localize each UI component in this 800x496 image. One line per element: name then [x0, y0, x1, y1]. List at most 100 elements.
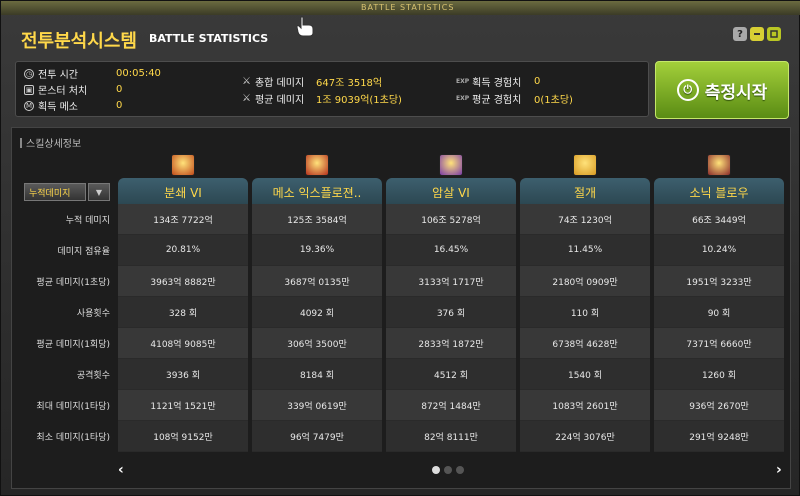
battle-time-value: 00:05:40: [116, 68, 161, 79]
table-cell: 110 회: [520, 297, 650, 328]
battle-summary: ◷ 전투 시간 00:05:40 ▣ 몬스터 처치 0 M 획득 메소 0 ⚔ …: [15, 61, 649, 117]
skill-values: 125조 3584억 19.36% 3687억 0135만 4092 회 306억 35…: [252, 204, 382, 452]
close-button[interactable]: [767, 27, 781, 41]
table-cell: 3963억 8882만: [118, 266, 248, 297]
table-cell: 6738억 4628만: [520, 328, 650, 359]
table-cell: 3687억 0135만: [252, 266, 382, 297]
table-cell: 328 회: [118, 297, 248, 328]
skill-name: 메소 익스플로젼..: [252, 178, 382, 206]
table-cell: 3936 회: [118, 359, 248, 390]
skill-values: 134조 7722억 20.81% 3963억 8882만 328 회 4108억 90…: [118, 204, 248, 452]
exp-value: 0: [534, 76, 541, 87]
row-label: 최소 데미지(1타당): [36, 433, 110, 443]
avg-exp-value: 0(1초당): [534, 95, 573, 106]
minimize-icon: [754, 33, 760, 35]
skill-name: 암살 VI: [386, 178, 516, 206]
table-cell: 96억 7479만: [252, 421, 382, 452]
table-cell: 125조 3584억: [252, 204, 382, 235]
skill-detail-title: 스킬상세정보: [20, 135, 81, 150]
table-cell: 7371억 6660만: [654, 328, 784, 359]
skill-detail-title-text: 스킬상세정보: [26, 139, 82, 150]
table-cell: 4108억 9085만: [118, 328, 248, 359]
table-cell: 3133억 1717만: [386, 266, 516, 297]
monster-kills-value: 0: [116, 84, 123, 95]
start-measure-button[interactable]: ⏻ 측정시작: [655, 61, 789, 119]
filter-selected-value: 누적데미지: [24, 183, 86, 201]
window-controls: ?: [733, 27, 781, 41]
monster-kills-label: 몬스터 처치: [38, 86, 88, 97]
battle-time-row: ◷ 전투 시간 00:05:40: [24, 66, 161, 81]
page-dot[interactable]: [444, 466, 452, 474]
page-dot[interactable]: [432, 466, 440, 474]
total-damage-value: 647조 3518억: [316, 78, 383, 89]
skill-icon: [171, 154, 195, 176]
minimize-button[interactable]: [750, 27, 764, 41]
skill-icon: [573, 154, 597, 176]
window-subtitle: BATTLE STATISTICS: [149, 32, 269, 45]
table-cell: 20.81%: [118, 235, 248, 266]
table-cell: 4512 회: [386, 359, 516, 390]
top-strip-label: BATTLE STATISTICS: [361, 3, 455, 12]
skill-values: 106조 5278억 16.45% 3133억 1717만 376 회 2833억 18…: [386, 204, 516, 452]
skill-icon: [305, 154, 329, 176]
sword-icon: ⚔: [242, 76, 251, 87]
table-cell: 66조 3449억: [654, 204, 784, 235]
table-cell: 10.24%: [654, 235, 784, 266]
table-cell: 1121억 1521만: [118, 390, 248, 421]
total-damage-row: ⚔ 총합 데미지 647조 3518억: [242, 74, 382, 89]
chevron-down-icon[interactable]: ▼: [88, 183, 110, 201]
monster-kills-row: ▣ 몬스터 처치 0: [24, 82, 122, 97]
table-cell: 376 회: [386, 297, 516, 328]
next-page-button[interactable]: ›: [776, 462, 782, 478]
table-cell: 1951억 3233만: [654, 266, 784, 297]
skill-name: 절개: [520, 178, 650, 206]
row-label: 공격횟수: [76, 371, 110, 381]
skill-icon: [707, 154, 731, 176]
mesos-row: M 획득 메소 0: [24, 98, 122, 113]
row-label: 사용횟수: [76, 309, 110, 319]
avg-damage-value: 1조 9039억(1초당): [316, 95, 402, 106]
table-cell: 1540 회: [520, 359, 650, 390]
page-indicator: [432, 466, 464, 474]
skill-detail-panel: 스킬상세정보 누적데미지 ▼ 누적 데미지 데미지 점유율 평균 데미지(1초당) 사…: [11, 127, 791, 489]
table-cell: 82억 8111만: [386, 421, 516, 452]
sword-icon: ⚔: [242, 93, 251, 104]
table-cell: 291억 9248만: [654, 421, 784, 452]
avg-damage-label: 평균 데미지: [254, 95, 305, 106]
avg-exp-label: 평균 경험치: [472, 95, 522, 106]
table-cell: 90 회: [654, 297, 784, 328]
skill-values: 74조 1230억 11.45% 2180억 0909만 110 회 6738억 462…: [520, 204, 650, 452]
row-label: 평균 데미지(1회당): [36, 340, 110, 350]
row-label: 평균 데미지(1초당): [36, 278, 110, 288]
table-cell: 936억 2670만: [654, 390, 784, 421]
table-cell: 8184 회: [252, 359, 382, 390]
skill-name: 소닉 블로우: [654, 178, 784, 206]
table-cell: 1260 회: [654, 359, 784, 390]
mesos-label: 획득 메소: [38, 102, 78, 113]
title-bar: 전투분석시스템 BATTLE STATISTICS ?: [11, 23, 791, 53]
mesos-value: 0: [116, 100, 123, 111]
exp-tag: EXP: [456, 95, 470, 102]
table-cell: 2180억 0909만: [520, 266, 650, 297]
table-cell: 4092 회: [252, 297, 382, 328]
table-cell: 74조 1230억: [520, 204, 650, 235]
table-cell: 134조 7722억: [118, 204, 248, 235]
table-cell: 224억 3076만: [520, 421, 650, 452]
page-dot[interactable]: [456, 466, 464, 474]
row-label: 누적 데미지: [65, 216, 110, 226]
table-cell: 106조 5278억: [386, 204, 516, 235]
help-button[interactable]: ?: [733, 27, 747, 41]
battle-time-label: 전투 시간: [38, 70, 78, 81]
stat-filter-dropdown[interactable]: 누적데미지 ▼: [24, 183, 110, 201]
top-strip: BATTLE STATISTICS: [1, 1, 800, 15]
prev-page-button[interactable]: ‹: [118, 462, 124, 478]
battle-statistics-window: BATTLE STATISTICS 전투분석시스템 BATTLE STATIST…: [0, 0, 800, 496]
skill-name: 분쇄 VI: [118, 178, 248, 206]
skill-icon: [439, 154, 463, 176]
table-cell: 2833억 1872만: [386, 328, 516, 359]
power-icon: ⏻: [676, 79, 699, 101]
table-cell: 1083억 2601만: [520, 390, 650, 421]
table-cell: 19.36%: [252, 235, 382, 266]
row-label: 최대 데미지(1타당): [36, 402, 110, 412]
clock-icon: ◷: [24, 68, 34, 79]
